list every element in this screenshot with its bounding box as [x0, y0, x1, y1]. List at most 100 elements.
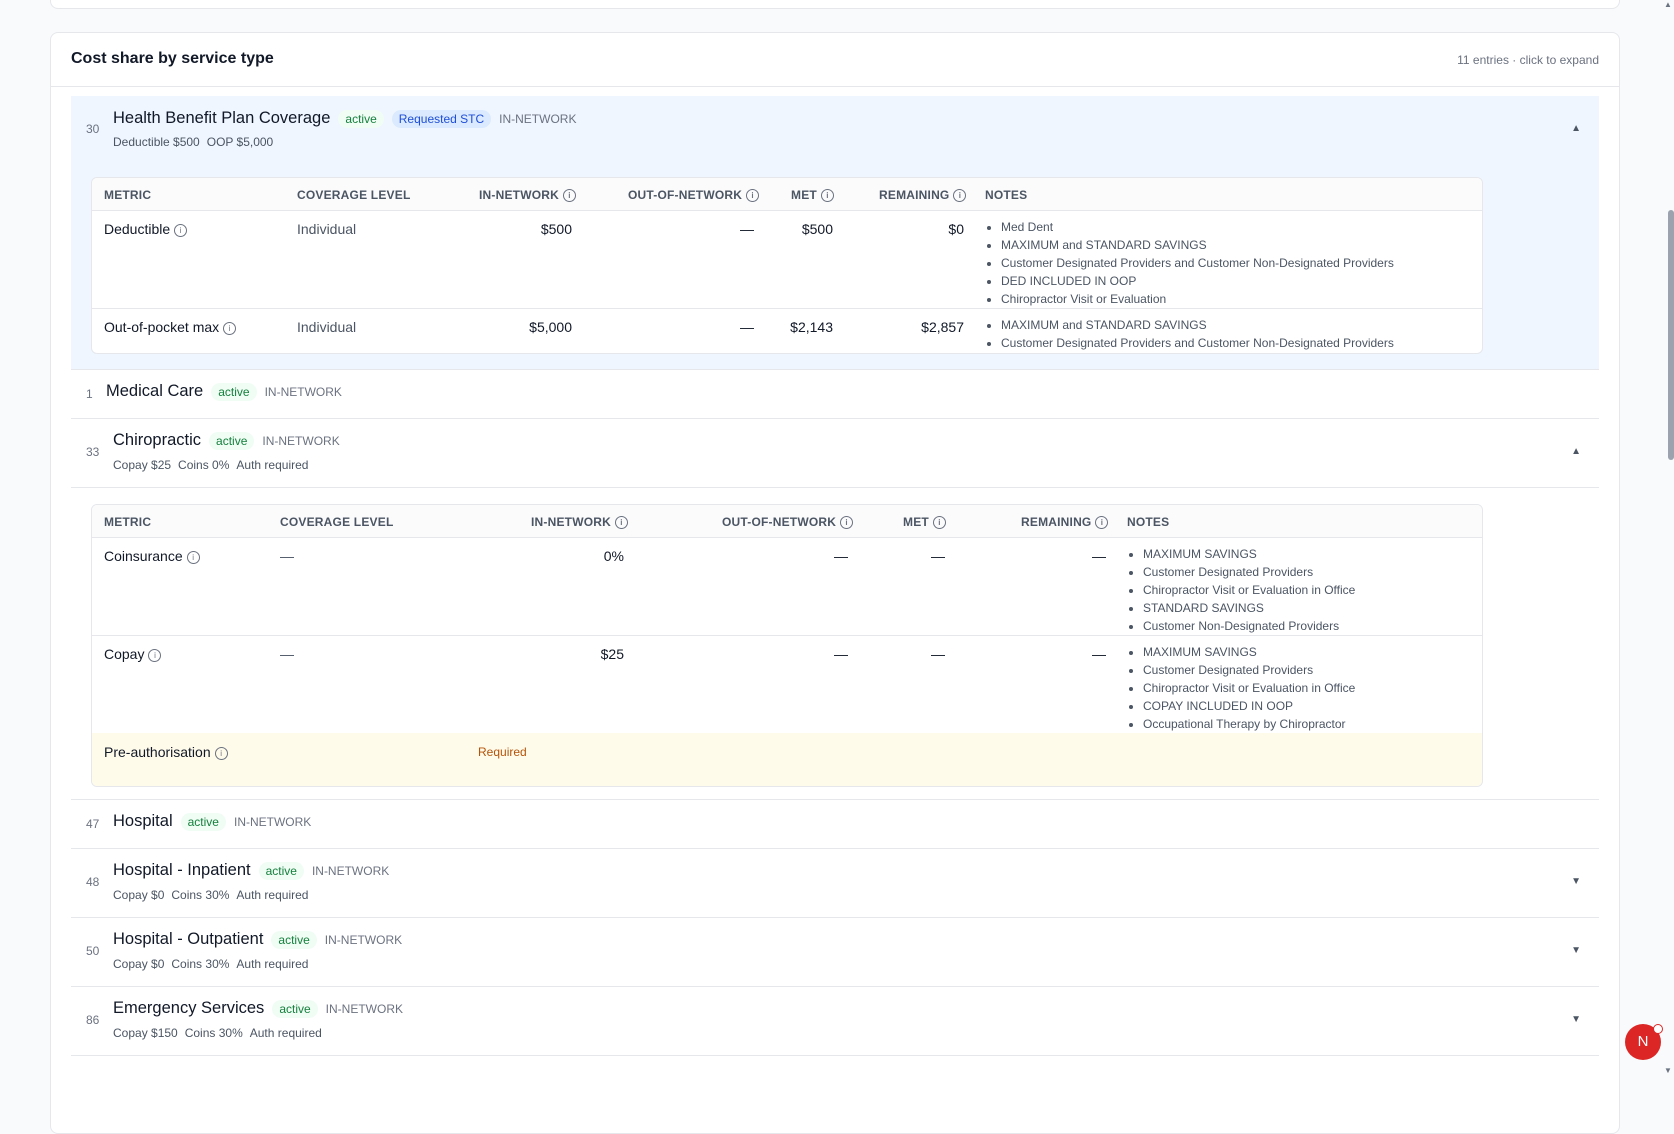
entry-number: 86 [86, 1013, 100, 1027]
summary-oop: OOP $5,000 [206, 135, 274, 149]
entry-detail-panel: METRIC COVERAGE LEVEL IN-NETWORK i OUT-OF… [71, 487, 1599, 800]
entry-hospital-inpatient[interactable]: 48 Hospital - Inpatient active IN-NETWORK … [71, 848, 1599, 918]
info-icon[interactable]: i [148, 648, 162, 662]
card-header: Cost share by service type 11 entries · … [51, 33, 1619, 87]
summary-coins: Coins 30% [184, 1026, 243, 1040]
summary-coins: Coins 0% [178, 458, 230, 472]
row-remaining: — [1092, 646, 1106, 662]
chevron-down-icon[interactable]: ▼ [1571, 876, 1581, 887]
col-in-network: IN-NETWORK i [479, 188, 576, 203]
info-icon[interactable]: i [214, 746, 228, 760]
info-icon[interactable]: i [840, 516, 854, 530]
scrollbar-thumb[interactable] [1668, 210, 1674, 460]
entry-medical-care[interactable]: 1 Medical Care active IN-NETWORK [71, 369, 1599, 419]
chevron-up-icon[interactable]: ▲ [1571, 123, 1581, 134]
info-icon[interactable]: i [186, 550, 200, 564]
entry-number: 1 [86, 387, 93, 401]
network-label: IN-NETWORK [324, 932, 403, 947]
row-in-network: 0% [603, 548, 624, 564]
entry-summary: Deductible $500 OOP $5,000 [113, 135, 280, 149]
row-out-of-network: — [740, 319, 754, 335]
row-out-of-network: — [834, 646, 848, 662]
entry-chiropractic[interactable]: 33 Chiropractic active IN-NETWORK Copay $2… [71, 418, 1599, 488]
summary-auth: Auth required [236, 888, 309, 902]
entry-health-benefit-plan-coverage[interactable]: 30 Health Benefit Plan Coverage active Req… [71, 96, 1599, 161]
entry-title: Health Benefit Plan Coverage [113, 109, 331, 127]
chevron-down-icon[interactable]: ▼ [1571, 1014, 1581, 1025]
row-remaining: — [1092, 548, 1106, 564]
entry-emergency-services[interactable]: 86 Emergency Services active IN-NETWORK Co… [71, 986, 1599, 1056]
row-out-of-network: — [740, 221, 754, 237]
network-label: IN-NETWORK [233, 814, 312, 829]
entry-name: Medical Care active IN-NETWORK [106, 382, 342, 401]
cost-share-card: Cost share by service type 11 entries · … [50, 32, 1620, 1134]
summary-coins: Coins 30% [171, 957, 230, 971]
entry-number: 48 [86, 875, 100, 889]
row-met: — [931, 548, 945, 564]
note: MAXIMUM and STANDARD SAVINGS [1001, 236, 1394, 254]
col-met: MET i [791, 188, 834, 203]
info-icon[interactable]: i [820, 189, 834, 203]
note: Med Dent [1001, 218, 1394, 236]
scroll-up-icon[interactable]: ▲ [1664, 0, 1672, 9]
info-icon[interactable]: i [174, 223, 188, 237]
entry-name: Chiropractic active IN-NETWORK [113, 431, 340, 450]
table-header: METRIC COVERAGE LEVEL IN-NETWORK i OUT-OF… [92, 178, 1482, 211]
note: COPAY INCLUDED IN OOP [1143, 697, 1355, 715]
chevron-down-icon[interactable]: ▼ [1571, 945, 1581, 956]
info-icon[interactable]: i [223, 321, 237, 335]
notification-dot [1653, 1024, 1663, 1034]
metric-label: Coinsurance [104, 548, 183, 564]
note: Customer Designated Providers [1143, 661, 1355, 679]
row-coverage-level: — [280, 646, 294, 662]
info-icon[interactable]: i [615, 516, 628, 530]
table-row: Out-of-pocket max i Individual $5,000 — $… [92, 308, 1482, 353]
entry-summary: Copay $25 Coins 0% Auth required [113, 458, 315, 472]
col-notes: NOTES [985, 188, 1028, 202]
entry-number: 33 [86, 445, 100, 459]
entry-title: Hospital [113, 812, 173, 830]
status-badge: active [272, 999, 318, 1018]
row-remaining: $2,857 [921, 319, 964, 335]
metric-label: Pre-authorisation [104, 744, 211, 760]
col-out-of-network: OUT-OF-NETWORK i [722, 515, 854, 530]
entry-name: Emergency Services active IN-NETWORK [113, 999, 403, 1018]
network-label: IN-NETWORK [325, 1001, 403, 1016]
col-met-label: MET [903, 515, 929, 529]
col-notes: NOTES [1127, 515, 1170, 529]
entry-name: Hospital - Inpatient active IN-NETWORK [113, 861, 389, 880]
row-remaining: $0 [948, 221, 964, 237]
info-icon[interactable]: i [746, 189, 760, 203]
entry-summary: Copay $150 Coins 30% Auth required [113, 1026, 329, 1040]
entry-title: Medical Care [106, 382, 204, 400]
summary-copay: Copay $0 [113, 957, 165, 971]
col-remaining-label: REMAINING [1021, 515, 1092, 529]
row-met: — [931, 646, 945, 662]
summary-auth: Auth required [249, 1026, 322, 1040]
network-label: IN-NETWORK [262, 433, 340, 448]
row-in-network: $500 [540, 221, 572, 237]
info-icon[interactable]: i [1095, 516, 1109, 530]
note: DED INCLUDED IN OOP [1001, 272, 1394, 290]
chevron-up-icon[interactable]: ▲ [1571, 446, 1581, 457]
note: MAXIMUM and STANDARD SAVINGS [1001, 316, 1394, 334]
info-icon[interactable]: i [953, 189, 967, 203]
col-metric: METRIC [104, 515, 152, 529]
preauth-required: Required [478, 745, 527, 759]
entry-number: 47 [86, 817, 100, 831]
col-out-of-network: OUT-OF-NETWORK i [628, 188, 760, 203]
entry-title: Hospital - Inpatient [113, 861, 251, 879]
note: Customer Designated Providers and Custom… [1001, 334, 1394, 352]
entry-hospital[interactable]: 47 Hospital active IN-NETWORK [71, 799, 1599, 849]
scroll-down-icon[interactable]: ▼ [1664, 1066, 1672, 1075]
row-notes: MAXIMUM and STANDARD SAVINGS Customer De… [985, 316, 1394, 352]
row-notes: Med Dent MAXIMUM and STANDARD SAVINGS Cu… [985, 218, 1394, 308]
entry-hospital-outpatient[interactable]: 50 Hospital - Outpatient active IN-NETWORK… [71, 917, 1599, 987]
summary-auth: Auth required [236, 458, 309, 472]
info-icon[interactable]: i [932, 516, 946, 530]
row-notes: MAXIMUM SAVINGS Customer Designated Prov… [1127, 643, 1355, 733]
info-icon[interactable]: i [563, 189, 576, 203]
row-metric: Copay i [104, 646, 162, 662]
summary-deductible: Deductible $500 [113, 135, 200, 149]
network-label: IN-NETWORK [499, 111, 577, 126]
